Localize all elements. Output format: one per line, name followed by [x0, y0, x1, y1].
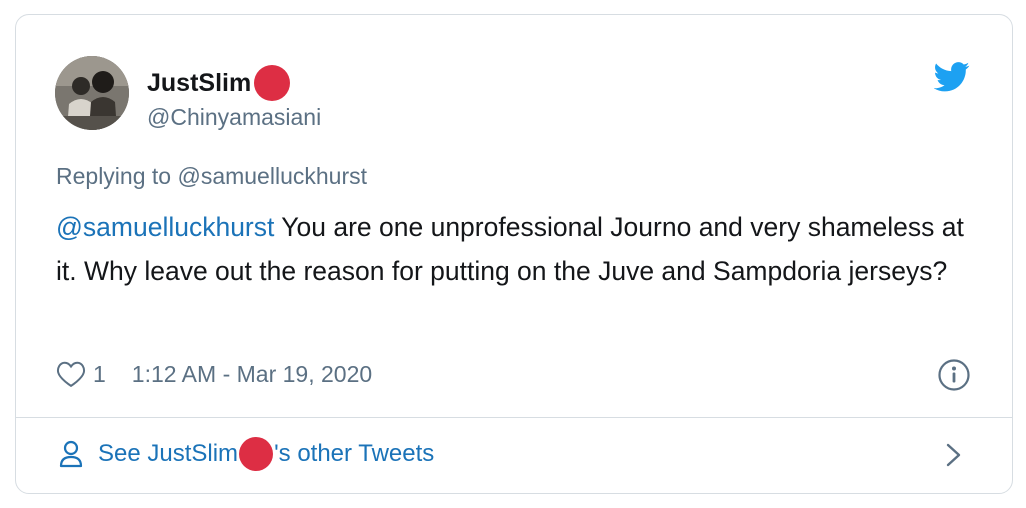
mention-link[interactable]: @samuelluckhurst [56, 212, 274, 242]
divider [16, 417, 1012, 418]
tweet-card: JustSlim @Chinyamasiani Replying to @sam… [15, 14, 1013, 494]
replying-to: Replying to @samuelluckhurst [56, 163, 367, 190]
footer-suffix: 's other Tweets [274, 440, 435, 467]
like-count: 1 [93, 360, 106, 387]
footer-prefix: See JustSlim [98, 440, 239, 467]
tweet-text: @samuelluckhurst You are one unprofessio… [56, 205, 976, 293]
twitter-bird-icon[interactable] [934, 62, 970, 92]
heart-icon[interactable] [56, 360, 86, 388]
chevron-right-icon[interactable] [944, 441, 964, 469]
see-other-tweets-link[interactable]: See JustSlim 's other Tweets [58, 437, 434, 471]
user-handle[interactable]: @Chinyamasiani [147, 104, 321, 131]
timestamp[interactable]: 1:12 AM - Mar 19, 2020 [132, 361, 372, 388]
info-icon[interactable] [937, 358, 971, 392]
replying-prefix: Replying to [56, 163, 178, 189]
display-name-text: JustSlim [147, 68, 252, 97]
tweet-meta: 1 1:12 AM - Mar 19, 2020 [56, 359, 372, 389]
replying-to-link[interactable]: @samuelluckhurst [177, 163, 367, 189]
red-circle-emoji [254, 65, 291, 101]
avatar[interactable] [55, 56, 129, 130]
person-icon [59, 440, 83, 468]
display-name[interactable]: JustSlim [147, 65, 291, 101]
red-circle-emoji [239, 437, 274, 471]
